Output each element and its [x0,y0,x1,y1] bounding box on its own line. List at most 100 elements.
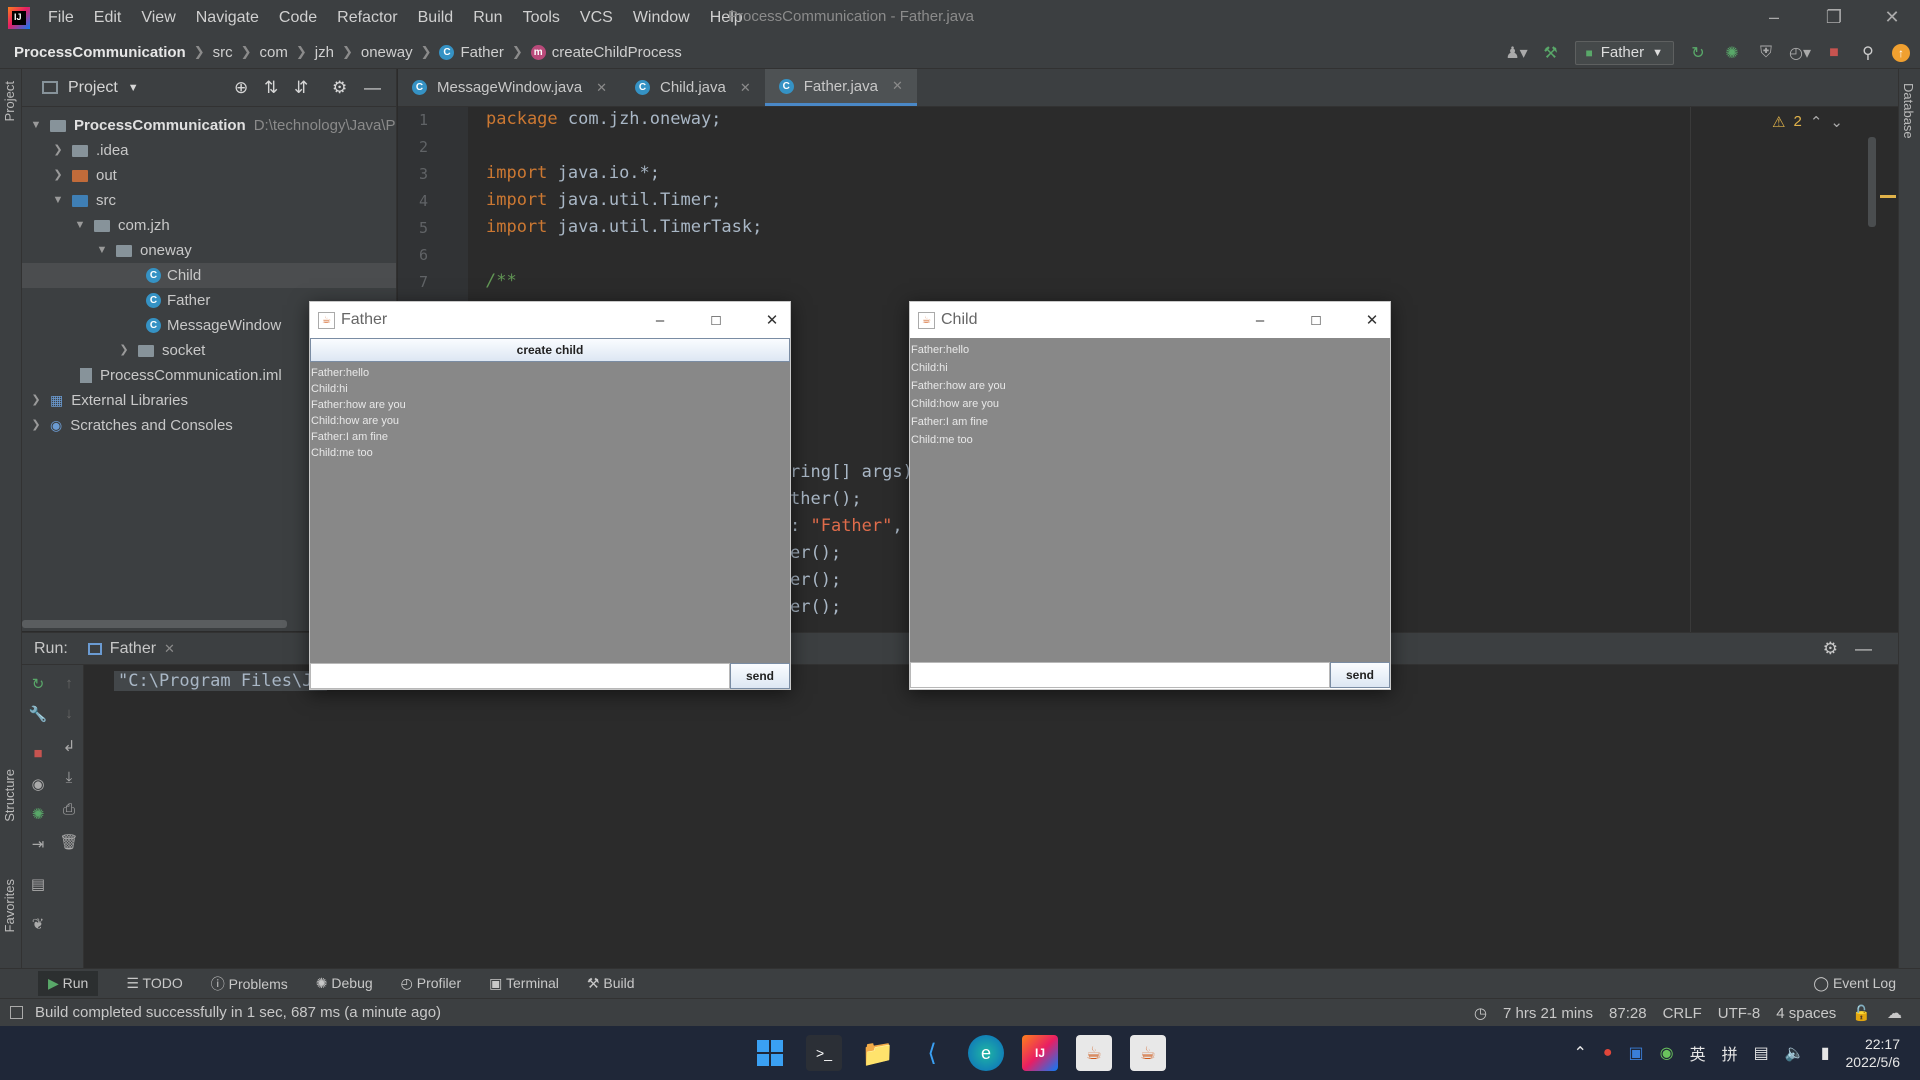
camera-icon[interactable]: ◉ [28,775,48,795]
layout-icon[interactable]: ▤ [28,875,48,895]
father-message-input[interactable] [310,663,730,689]
debug-icon[interactable]: ✺ [1722,43,1742,63]
toolwindow-todo[interactable]: ☰ TODO [126,975,182,992]
gear-icon[interactable]: ⚙ [1823,639,1838,659]
breadcrumb-com[interactable]: com [260,44,288,61]
project-panel-title[interactable]: Project [68,79,118,97]
windows-start-icon[interactable] [752,1035,788,1071]
toolwindow-debug[interactable]: ✺ Debug [316,975,373,992]
structure-tool-button[interactable]: Structure [2,769,17,822]
debug-icon[interactable]: ✺ [28,805,48,825]
editor-scrollbar[interactable] [1868,137,1876,227]
menu-build[interactable]: Build [408,0,464,36]
tree-item-child[interactable]: C Child [22,263,396,288]
soft-wrap-icon[interactable]: ↲ [59,737,79,757]
exit-icon[interactable]: ⇥ [28,835,48,855]
battery-icon[interactable]: ▮ [1821,1043,1830,1063]
volume-icon[interactable]: 🔈 [1785,1043,1805,1063]
java-app-icon[interactable]: ☕ [1076,1035,1112,1071]
breadcrumb-project[interactable]: ProcessCommunication [14,44,186,61]
close-icon[interactable]: ✕ [744,302,800,338]
tree-item-father[interactable]: C Father [146,288,210,313]
father-title-bar[interactable]: ☕ Father – □ ✕ [310,302,790,338]
breadcrumb-father[interactable]: Father [460,44,503,61]
tab-child[interactable]: C Child.java ✕ [621,69,765,106]
toolwindow-terminal[interactable]: ▣ Terminal [489,975,559,992]
profile-icon[interactable]: ◴▾ [1789,43,1811,63]
maximize-icon[interactable]: □ [688,302,744,338]
menu-edit[interactable]: Edit [84,0,132,36]
locate-icon[interactable]: ⊕ [234,78,248,98]
indent-setting[interactable]: 4 spaces [1776,1005,1836,1022]
search-icon[interactable]: ⚲ [1858,43,1878,63]
warning-stripe-marker[interactable] [1880,195,1896,198]
pin-icon[interactable]: ❦ [28,915,48,935]
minimize-icon[interactable]: – [632,302,688,338]
minimize-icon[interactable]: – [1746,0,1802,34]
clock[interactable]: 22:17 2022/5/6 [1846,1035,1901,1071]
project-horizontal-scrollbar[interactable] [22,620,287,628]
chevron-down-icon[interactable]: ⌄ [1830,113,1843,131]
update-icon[interactable]: ↑ [1892,43,1910,62]
collapse-all-icon[interactable]: ⇵ [294,78,308,98]
toolwindow-profiler[interactable]: ◴ Profiler [401,975,461,992]
child-title-bar[interactable]: ☕ Child – □ ✕ [910,302,1390,338]
tree-item-iml[interactable]: ProcessCommunication.iml [80,363,282,388]
rerun-icon[interactable]: ↻ [1688,43,1708,63]
wrench-icon[interactable]: 🔧 [28,705,48,725]
inspection-widget[interactable]: ⚠ 2 ⌃ ⌄ [1772,113,1843,131]
file-explorer-icon[interactable]: 📁 [860,1035,896,1071]
toolwindow-event-log[interactable]: ◯ Event Log [1813,975,1896,992]
network-icon[interactable]: ▤ [1754,1043,1769,1063]
hide-icon[interactable]: — [1855,639,1872,659]
arrow-down-icon[interactable]: ↓ [59,705,79,725]
vscode-icon[interactable]: ⟨ [914,1035,950,1071]
maximize-icon[interactable]: □ [1288,302,1344,338]
close-icon[interactable]: ✕ [1344,302,1400,338]
expand-all-icon[interactable]: ⇅ [264,78,278,98]
tree-item-out[interactable]: ❯ out [50,163,116,188]
toolwindow-build[interactable]: ⚒ Build [587,975,635,992]
project-tool-button[interactable]: Project [2,81,17,121]
menu-window[interactable]: Window [623,0,700,36]
ime-language-indicator[interactable]: 英 [1690,1041,1706,1065]
tree-item-com-jzh[interactable]: ▼ com.jzh [72,213,170,238]
breadcrumb-src[interactable]: src [213,44,233,61]
father-message-area[interactable]: Father:hello Child:hi Father:how are you… [310,362,790,663]
toolwindow-problems[interactable]: ⓘ Problems [211,974,288,994]
tree-item-oneway[interactable]: ▼ oneway [94,238,192,263]
close-tab-icon[interactable]: ✕ [740,80,751,96]
minimize-icon[interactable]: – [1232,302,1288,338]
close-tab-icon[interactable]: ✕ [892,78,903,94]
menu-view[interactable]: View [131,0,185,36]
file-encoding[interactable]: UTF-8 [1718,1005,1761,1022]
run-tab-father[interactable]: Father ✕ [87,640,175,658]
child-send-button[interactable]: send [1330,662,1390,688]
close-tab-icon[interactable]: ✕ [164,641,175,657]
lock-icon[interactable]: 🔓 [1852,1004,1871,1022]
gear-icon[interactable]: ⚙ [332,78,347,98]
menu-file[interactable]: File [38,0,84,36]
toolwindow-run[interactable]: ▶ Run [38,971,99,996]
arrow-up-icon[interactable]: ↑ [59,675,79,695]
wechat-icon[interactable]: ◉ [1660,1043,1674,1063]
tree-item-messagewindow[interactable]: C MessageWindow [146,313,281,338]
create-child-button[interactable]: create child [310,338,790,362]
tree-item-project-root[interactable]: ▼ ProcessCommunication D:\technology\Jav… [28,113,396,138]
chevron-down-icon[interactable]: ▼ [128,82,139,94]
breadcrumb-oneway[interactable]: oneway [361,44,413,61]
tree-item-socket[interactable]: ❯ socket [116,338,205,363]
stop-icon[interactable]: ■ [28,745,48,765]
favorites-tool-button[interactable]: Favorites [2,879,17,932]
terminal-app-icon[interactable]: >_ [806,1035,842,1071]
tree-item-idea[interactable]: ❯ .idea [50,138,128,163]
tree-item-external-libraries[interactable]: ❯ ▦ External Libraries [28,388,188,413]
child-message-area[interactable]: Father:hello Child:hi Father:how are you… [910,338,1390,662]
scroll-to-end-icon[interactable]: ⤓ [59,769,79,789]
tray-app-icon[interactable]: ▣ [1629,1043,1644,1063]
tray-app-icon[interactable]: ● [1603,1044,1613,1062]
trash-icon[interactable]: 🗑 [59,833,79,853]
line-separator[interactable]: CRLF [1663,1005,1702,1022]
status-message[interactable]: Build completed successfully in 1 sec, 6… [35,1004,441,1021]
status-toggle-icon[interactable] [10,1006,23,1019]
